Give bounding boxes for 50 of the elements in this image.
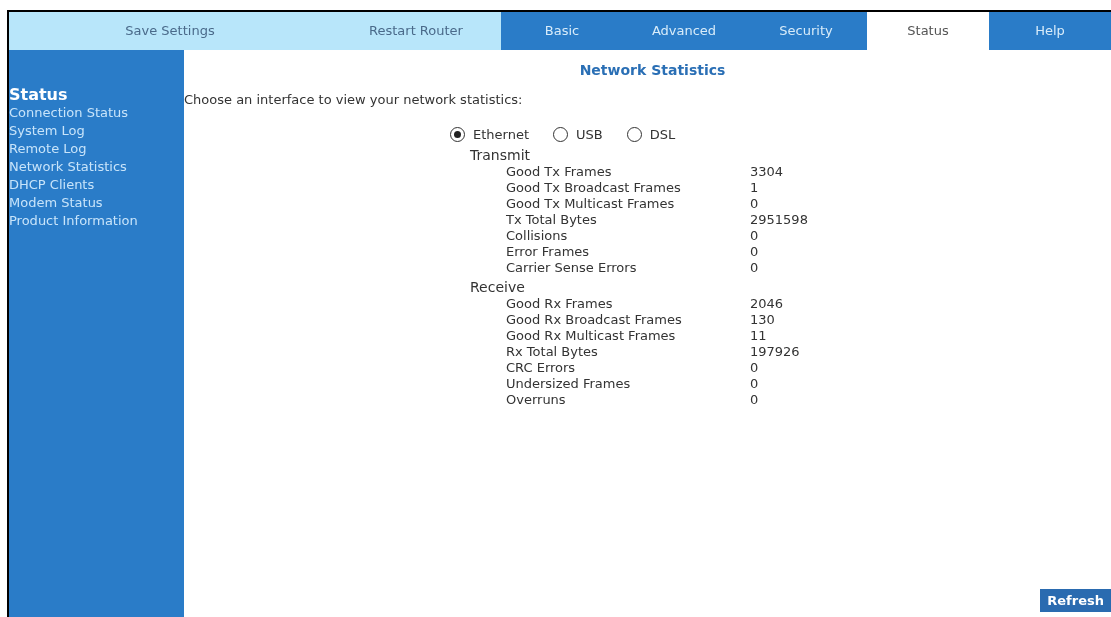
stat-label: Good Tx Frames: [506, 164, 613, 180]
sidebar-title: Status: [9, 86, 69, 104]
sidebar-link[interactable]: Modem Status: [9, 194, 184, 212]
sidebar-link[interactable]: Connection Status: [9, 104, 184, 122]
stat-value: 0: [750, 360, 759, 376]
stat-value: 0: [750, 196, 759, 212]
stat-value: 1: [750, 180, 759, 196]
stat-value: 0: [750, 228, 759, 244]
nav-tab[interactable]: Help: [989, 12, 1111, 50]
page-title: Network Statistics: [579, 61, 726, 80]
interface-radio[interactable]: DSL: [626, 124, 676, 144]
interface-radio[interactable]: USB: [553, 124, 603, 144]
stat-label: Overruns: [506, 392, 567, 408]
stat-label: Carrier Sense Errors: [506, 260, 638, 276]
stat-label: Rx Total Bytes: [506, 344, 599, 360]
stat-value: 3304: [750, 164, 784, 180]
refresh-button[interactable]: Refresh: [1040, 588, 1111, 612]
stat-value: 0: [750, 376, 759, 392]
sidebar-link[interactable]: System Log: [9, 122, 184, 140]
nav-tab[interactable]: Advanced: [623, 12, 745, 50]
stat-label: Tx Total Bytes: [506, 212, 598, 228]
sidebar-link[interactable]: Product Information: [9, 212, 184, 230]
nav-tab[interactable]: Basic: [501, 12, 623, 50]
stat-label: Collisions: [506, 228, 569, 244]
stat-label: Good Rx Multicast Frames: [506, 328, 677, 344]
interface-radio[interactable]: Ethernet: [450, 124, 529, 144]
stat-value: 11: [750, 328, 767, 344]
stat-value: 2951598: [750, 212, 808, 228]
toolbar-action[interactable]: Save Settings: [9, 12, 331, 50]
sidebar-link[interactable]: DHCP Clients: [9, 176, 184, 194]
stat-label: Error Frames: [506, 244, 591, 260]
sidebar-link[interactable]: Network Statistics: [9, 158, 184, 176]
stat-value: 2046: [750, 296, 784, 312]
stat-label: Good Rx Broadcast Frames: [506, 312, 683, 328]
stat-label: Good Tx Multicast Frames: [506, 196, 676, 212]
stat-value: 0: [750, 392, 759, 408]
stat-value: 130: [750, 312, 775, 328]
section-heading: Receive: [470, 278, 526, 296]
stat-value: 197926: [750, 344, 800, 360]
nav-tab[interactable]: Security: [745, 12, 867, 50]
stat-label: Good Tx Broadcast Frames: [506, 180, 682, 196]
stat-label: Good Rx Frames: [506, 296, 614, 312]
sidebar-link[interactable]: Remote Log: [9, 140, 184, 158]
stat-label: CRC Errors: [506, 360, 577, 376]
toolbar-action[interactable]: Restart Router: [331, 12, 501, 50]
stat-label: Undersized Frames: [506, 376, 632, 392]
section-heading: Transmit: [470, 146, 531, 164]
prompt-text: Choose an interface to view your network statistics:: [184, 91, 523, 109]
stat-value: 0: [750, 260, 759, 276]
stat-value: 0: [750, 244, 759, 260]
